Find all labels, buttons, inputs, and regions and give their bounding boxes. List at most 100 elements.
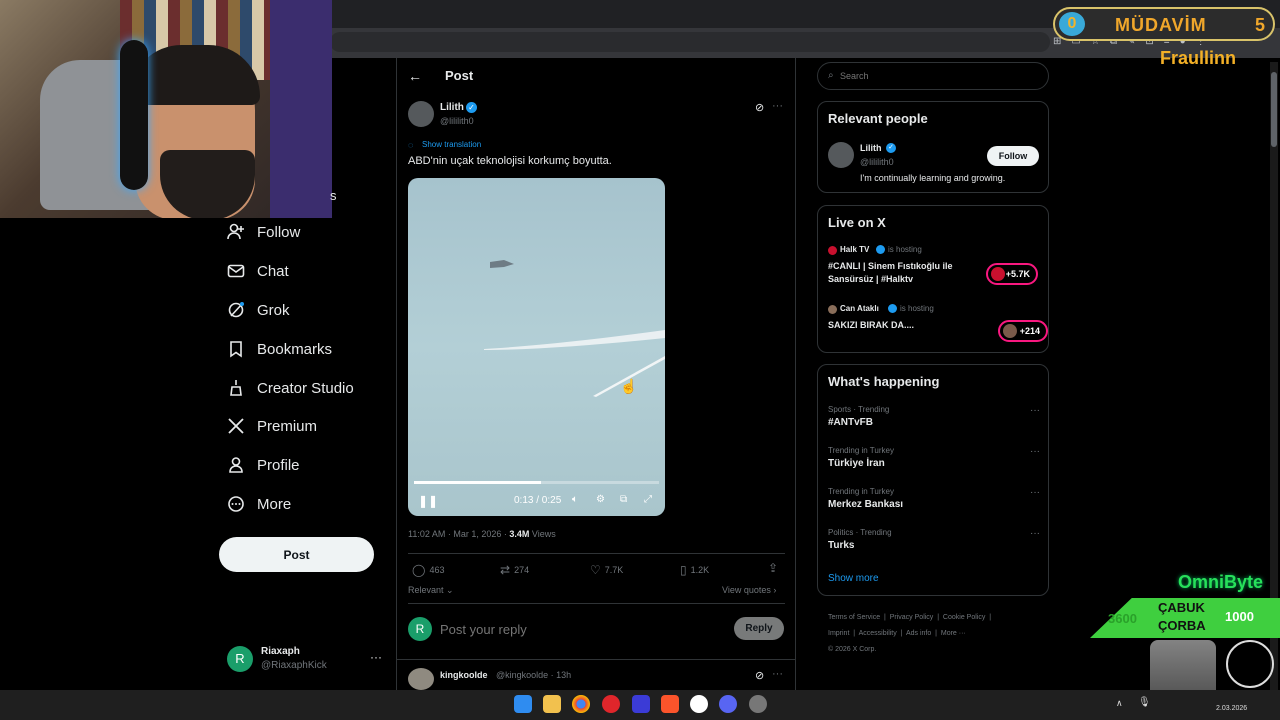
fullscreen-icon[interactable]: ⤢ xyxy=(644,494,652,505)
trend-item[interactable]: Trending in Turkey Türkiye İran ··· xyxy=(828,446,1040,476)
page-scrollbar[interactable] xyxy=(1270,62,1278,690)
footer-link[interactable]: Imprint xyxy=(828,630,849,637)
bookmark-icon: ▯ xyxy=(680,563,687,577)
live-listener-badge: +214 xyxy=(998,320,1048,342)
trend-more-icon[interactable]: ··· xyxy=(1030,528,1040,539)
search-input[interactable] xyxy=(840,68,1040,84)
post-button[interactable]: Post xyxy=(219,537,374,572)
post-more-icon[interactable]: ··· xyxy=(772,100,783,112)
post-text: ABD'nin uçak teknolojisi korkumç boyutta… xyxy=(408,155,612,167)
footer-link[interactable]: Accessibility xyxy=(859,630,897,637)
app-icon[interactable] xyxy=(632,695,650,713)
reply-input[interactable] xyxy=(440,618,720,640)
trend-more-icon[interactable]: ··· xyxy=(1030,487,1040,498)
chatgpt-icon[interactable] xyxy=(690,695,708,713)
repost-action[interactable]: ⇄ 274 xyxy=(500,563,529,577)
chevron-right-icon: › xyxy=(770,585,777,595)
trend-item[interactable]: Sports · Trending #ANTvFB ··· xyxy=(828,405,1040,435)
mudavim-count: 5 xyxy=(1254,15,1265,35)
live-item[interactable]: Halk TV is hosting #CANLI | Sinem Fıstık… xyxy=(828,244,1038,292)
divider xyxy=(408,553,785,554)
webcam-wall-light xyxy=(270,0,332,218)
footer-link[interactable]: Terms of Service xyxy=(828,614,880,621)
grok-explain-icon[interactable]: ⊘ xyxy=(755,101,764,114)
verified-badge-icon: ✓ xyxy=(886,143,896,153)
chevron-up-icon[interactable]: ∧ xyxy=(1116,698,1123,709)
x-logo-icon xyxy=(227,417,245,435)
pause-icon[interactable]: ❚❚ xyxy=(418,494,438,508)
divider xyxy=(408,603,785,604)
reply-action[interactable]: ◯ 463 xyxy=(412,563,444,577)
hosting-label: is hosting xyxy=(888,245,922,254)
volume-icon[interactable]: 🔈︎ xyxy=(572,494,578,505)
nav-item-premium[interactable]: Premium xyxy=(227,411,317,441)
windows-start-icon[interactable] xyxy=(514,695,532,713)
nav-item-follow[interactable]: Follow xyxy=(227,217,300,247)
reply-more-icon[interactable]: ··· xyxy=(772,668,783,680)
footer-link[interactable]: More ··· xyxy=(941,630,966,637)
account-switcher[interactable]: R Riaxaph @RiaxaphKick ··· xyxy=(227,644,387,676)
follow-button[interactable]: Follow xyxy=(987,146,1039,166)
discord-icon[interactable] xyxy=(719,695,737,713)
trend-more-icon[interactable]: ··· xyxy=(1030,405,1040,416)
author-name[interactable]: Lilith xyxy=(440,102,464,113)
chevron-down-icon: ⌄ xyxy=(443,585,454,595)
reply-author-name[interactable]: kingkoolde xyxy=(440,670,488,680)
nav-item-profile[interactable]: Profile xyxy=(227,450,300,480)
trend-topic: #ANTvFB xyxy=(828,417,874,428)
pip-icon[interactable]: ⧉ xyxy=(620,494,627,505)
scrollbar-thumb[interactable] xyxy=(1271,72,1277,147)
nav-item-creator-studio[interactable]: Creator Studio xyxy=(227,373,354,403)
author-handle[interactable]: @lililith0 xyxy=(440,116,474,126)
show-translation-link[interactable]: Show translation xyxy=(422,140,481,149)
video-progress-fill xyxy=(414,481,542,484)
like-action[interactable]: ♡ 7.7K xyxy=(590,563,623,577)
chrome-icon[interactable] xyxy=(572,695,590,713)
person-name[interactable]: Lilith xyxy=(860,143,882,153)
more-circle-icon xyxy=(227,495,245,513)
footer-link[interactable]: Ads info xyxy=(906,630,931,637)
nav-label: Bookmarks xyxy=(257,340,333,358)
account-more-icon[interactable]: ··· xyxy=(370,650,382,664)
nav-item-grok[interactable]: Grok xyxy=(227,295,290,325)
trend-topic: Turks xyxy=(828,540,855,551)
live-item[interactable]: Can Ataklı is hosting SAKIZI BIRAK DA...… xyxy=(828,303,1048,343)
reply-sort-dropdown[interactable]: Relevant ⌄ xyxy=(408,585,454,596)
nav-item-chat[interactable]: Chat xyxy=(227,256,289,286)
nav-item-bookmarks[interactable]: Bookmarks xyxy=(227,334,332,364)
bookmark-action[interactable]: ▯ 1.2K xyxy=(680,563,709,577)
view-quotes-link[interactable]: View quotes › xyxy=(722,585,776,595)
nav-label: Profile xyxy=(257,456,300,474)
settings-gear-icon[interactable]: ⚙ xyxy=(596,494,605,505)
live-title: SAKIZI BIRAK DA.... xyxy=(828,320,915,330)
reply-button[interactable]: Reply xyxy=(734,617,784,640)
person-avatar[interactable] xyxy=(828,142,854,168)
post-timestamp[interactable]: 11:02 AM · Mar 1, 2026 · xyxy=(408,529,509,539)
file-explorer-icon[interactable] xyxy=(543,695,561,713)
brave-icon[interactable] xyxy=(661,695,679,713)
footer-link[interactable]: Cookie Policy xyxy=(943,614,985,621)
nav-label: Creator Studio xyxy=(257,379,354,397)
video-player[interactable]: ☝ ❚❚ 0:13 / 0:25 🔈︎ ⚙ ⧉ ⤢ xyxy=(408,178,665,516)
video-progress-track[interactable] xyxy=(414,481,659,484)
nav-item-more[interactable]: More xyxy=(227,489,291,519)
author-avatar[interactable] xyxy=(408,101,434,127)
trend-topic: Türkiye İran xyxy=(828,458,885,469)
share-icon[interactable]: ⇪ xyxy=(768,561,778,575)
whats-happening-card: What's happening Sports · Trending #ANTv… xyxy=(817,364,1049,596)
trend-item[interactable]: Trending in Turkey Merkez Bankası ··· xyxy=(828,487,1040,517)
back-arrow-icon[interactable]: ← xyxy=(408,68,422,84)
opera-icon[interactable] xyxy=(602,695,620,713)
show-more-link[interactable]: Show more xyxy=(828,573,879,584)
app-icon[interactable] xyxy=(749,695,767,713)
copyright: © 2026 X Corp. xyxy=(828,646,877,653)
trend-more-icon[interactable]: ··· xyxy=(1030,446,1040,457)
heart-icon: ♡ xyxy=(590,563,601,577)
grok-explain-icon[interactable]: ⊘ xyxy=(755,669,764,682)
trend-item[interactable]: Politics · Trending Turks ··· xyxy=(828,528,1040,558)
browser-address-bar[interactable] xyxy=(330,32,1050,52)
reply-author-avatar[interactable] xyxy=(408,668,434,690)
footer-link[interactable]: Privacy Policy xyxy=(890,614,934,621)
search-box[interactable]: ⌕ xyxy=(817,62,1049,90)
mic-icon[interactable]: 🎙︎ xyxy=(1138,697,1151,708)
